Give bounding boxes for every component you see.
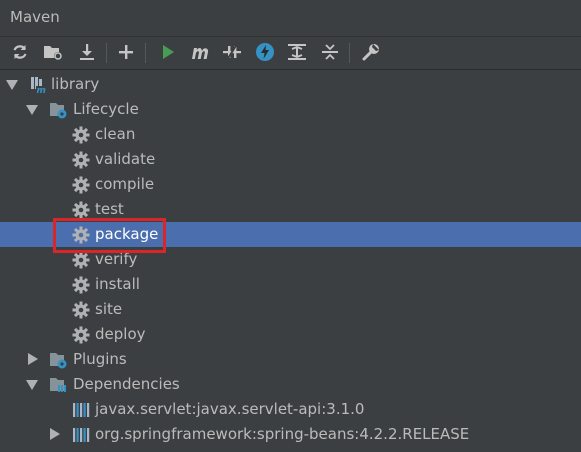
expand-arrow-icon[interactable]	[6, 80, 18, 90]
collapse-arrow-icon[interactable]	[50, 428, 60, 440]
dependency-label: org.springframework:spring-beans:4.2.2.R…	[95, 425, 470, 443]
gear-icon	[72, 251, 90, 269]
dependency-item[interactable]: javax.servlet:javax.servlet-api:3.1.0	[0, 397, 581, 422]
lifecycle-goal-compile[interactable]: compile	[0, 172, 581, 197]
gear-icon	[72, 276, 90, 294]
project-label: library	[51, 75, 100, 93]
lifecycle-goal-verify[interactable]: verify	[0, 247, 581, 272]
maven-projects-tree: m library Lifecycle clean validate compi…	[0, 70, 581, 443]
lifecycle-goal-validate[interactable]: validate	[0, 147, 581, 172]
dependencies-label: Dependencies	[73, 375, 180, 393]
tool-window-title: Maven	[10, 8, 60, 26]
expand-arrow-icon[interactable]	[26, 380, 38, 390]
toolbar-separator	[349, 43, 350, 63]
settings-icon[interactable]	[359, 40, 383, 64]
goal-label: test	[95, 200, 124, 218]
toolbar-separator	[106, 43, 107, 63]
library-icon	[72, 426, 90, 444]
toolbar-separator	[145, 43, 146, 63]
goal-label: compile	[95, 175, 155, 193]
collapse-arrow-icon[interactable]	[28, 353, 38, 365]
execute-goal-icon[interactable]	[188, 40, 212, 64]
svg-text:m: m	[37, 86, 46, 94]
run-icon[interactable]	[156, 40, 180, 64]
lifecycle-folder-icon	[49, 101, 67, 119]
lifecycle-label: Lifecycle	[73, 100, 139, 118]
plugins-label: Plugins	[73, 350, 127, 368]
maven-project-icon: m	[28, 76, 46, 96]
tree-node-plugins[interactable]: Plugins	[0, 347, 581, 372]
library-icon	[72, 401, 90, 419]
gear-icon	[72, 301, 90, 319]
tree-node-lifecycle[interactable]: Lifecycle	[0, 97, 581, 122]
toggle-offline-icon[interactable]	[220, 40, 244, 64]
lifecycle-goal-site[interactable]: site	[0, 297, 581, 322]
dependency-item[interactable]: org.springframework:spring-beans:4.2.2.R…	[0, 422, 581, 447]
tree-node-dependencies[interactable]: Dependencies	[0, 372, 581, 397]
goal-label: package	[95, 225, 159, 243]
tree-node-project[interactable]: m library	[0, 72, 581, 97]
lifecycle-goal-package[interactable]: package	[0, 222, 581, 247]
goal-label: verify	[95, 250, 138, 268]
goal-label: site	[95, 300, 123, 318]
gear-icon	[72, 326, 90, 344]
tool-window-header: Maven	[0, 0, 581, 37]
gear-icon	[72, 126, 90, 144]
gear-icon	[72, 201, 90, 219]
lifecycle-goal-test[interactable]: test	[0, 197, 581, 222]
maven-toolbar	[0, 37, 581, 70]
gear-icon	[72, 151, 90, 169]
goal-label: validate	[95, 150, 156, 168]
gear-icon	[72, 176, 90, 194]
lifecycle-goal-install[interactable]: install	[0, 272, 581, 297]
goal-label: deploy	[95, 325, 146, 343]
goal-label: clean	[95, 125, 136, 143]
download-icon[interactable]	[75, 40, 99, 64]
show-dependencies-icon[interactable]	[285, 40, 309, 64]
goal-label: install	[95, 275, 140, 293]
collapse-all-icon[interactable]	[318, 40, 342, 64]
lifecycle-goal-clean[interactable]: clean	[0, 122, 581, 147]
add-icon[interactable]	[114, 40, 138, 64]
expand-arrow-icon[interactable]	[26, 105, 38, 115]
gear-icon	[72, 226, 90, 244]
generate-sources-icon[interactable]	[41, 40, 65, 64]
lifecycle-goal-deploy[interactable]: deploy	[0, 322, 581, 347]
skip-tests-icon[interactable]	[253, 40, 277, 64]
dependency-label: javax.servlet:javax.servlet-api:3.1.0	[95, 400, 365, 418]
reload-icon[interactable]	[8, 40, 32, 64]
plugins-folder-icon	[49, 351, 67, 369]
dependencies-folder-icon	[49, 376, 67, 394]
